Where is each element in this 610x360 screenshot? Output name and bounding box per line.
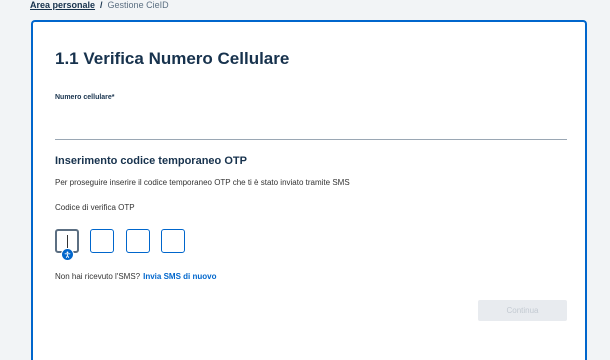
breadcrumb-separator: / [100, 0, 103, 10]
continue-button[interactable]: Continua [478, 300, 567, 321]
phone-label: Numero cellulare* [55, 94, 115, 101]
otp-heading: Inserimento codice temporaneo OTP [55, 155, 247, 167]
page-title: 1.1 Verifica Numero Cellulare [55, 49, 290, 68]
verification-card: 1.1 Verifica Numero Cellulare Numero cel… [31, 20, 587, 360]
resend-sms-row: Non hai ricevuto l'SMS? Invia SMS di nuov… [55, 272, 216, 281]
accessibility-icon[interactable] [61, 248, 74, 261]
resend-question: Non hai ricevuto l'SMS? [55, 272, 141, 281]
otp-description: Per proseguire inserire il codice tempor… [55, 178, 350, 187]
otp-digit-2-input[interactable] [90, 229, 114, 253]
otp-digit-3-input[interactable] [126, 229, 150, 253]
breadcrumb-current: Gestione CieID [107, 0, 169, 10]
text-caret [67, 235, 68, 248]
otp-digit-4-input[interactable] [161, 229, 185, 253]
phone-input[interactable] [55, 108, 567, 140]
breadcrumb: Area personale / Gestione CieID [30, 0, 169, 10]
breadcrumb-area-personale-link[interactable]: Area personale [30, 0, 95, 10]
resend-sms-link[interactable]: Invia SMS di nuovo [143, 272, 216, 281]
otp-code-label: Codice di verifica OTP [55, 203, 135, 212]
